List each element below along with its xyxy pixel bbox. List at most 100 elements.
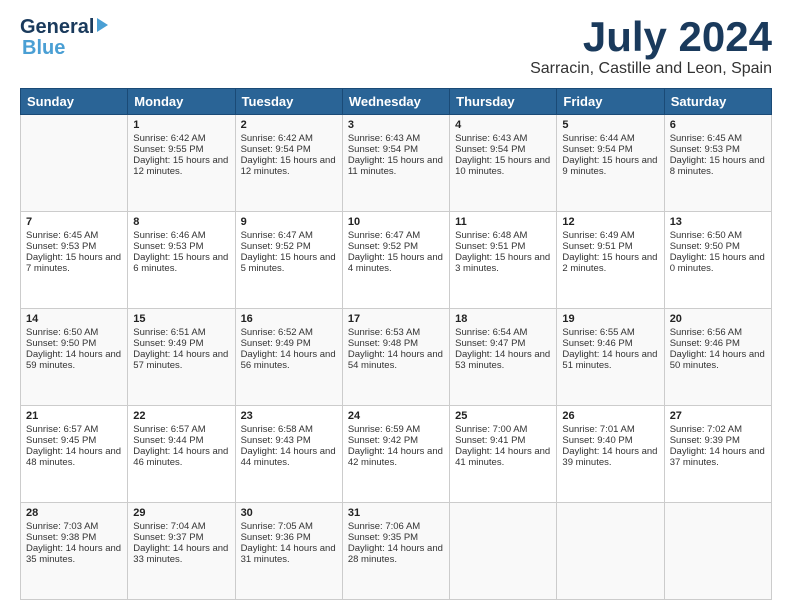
table-row: 1 Sunrise: 6:42 AM Sunset: 9:55 PM Dayli…	[128, 115, 235, 212]
table-row: 9 Sunrise: 6:47 AM Sunset: 9:52 PM Dayli…	[235, 212, 342, 309]
week-row-0: 1 Sunrise: 6:42 AM Sunset: 9:55 PM Dayli…	[21, 115, 772, 212]
table-row: 10 Sunrise: 6:47 AM Sunset: 9:52 PM Dayl…	[342, 212, 449, 309]
daylight-text: Daylight: 15 hours and 6 minutes.	[133, 252, 228, 274]
daylight-text: Daylight: 15 hours and 12 minutes.	[241, 155, 336, 177]
table-row: 24 Sunrise: 6:59 AM Sunset: 9:42 PM Dayl…	[342, 406, 449, 503]
week-row-3: 21 Sunrise: 6:57 AM Sunset: 9:45 PM Dayl…	[21, 406, 772, 503]
day-number: 19	[562, 313, 658, 325]
day-number: 13	[670, 216, 766, 228]
day-number: 4	[455, 119, 551, 131]
daylight-text: Daylight: 15 hours and 8 minutes.	[670, 155, 765, 177]
logo-arrow-icon	[97, 18, 108, 32]
sunrise-text: Sunrise: 7:02 AM	[670, 424, 742, 435]
th-tuesday: Tuesday	[235, 89, 342, 115]
sunrise-text: Sunrise: 6:58 AM	[241, 424, 313, 435]
daylight-text: Daylight: 15 hours and 0 minutes.	[670, 252, 765, 274]
sunset-text: Sunset: 9:50 PM	[670, 241, 740, 252]
day-number: 14	[26, 313, 122, 325]
table-row: 13 Sunrise: 6:50 AM Sunset: 9:50 PM Dayl…	[664, 212, 771, 309]
header-row: Sunday Monday Tuesday Wednesday Thursday…	[21, 89, 772, 115]
table-row: 3 Sunrise: 6:43 AM Sunset: 9:54 PM Dayli…	[342, 115, 449, 212]
sunrise-text: Sunrise: 6:42 AM	[241, 133, 313, 144]
day-number: 22	[133, 410, 229, 422]
day-number: 6	[670, 119, 766, 131]
table-row	[557, 503, 664, 600]
table-row: 23 Sunrise: 6:58 AM Sunset: 9:43 PM Dayl…	[235, 406, 342, 503]
th-friday: Friday	[557, 89, 664, 115]
daylight-text: Daylight: 14 hours and 53 minutes.	[455, 349, 550, 371]
sunrise-text: Sunrise: 7:01 AM	[562, 424, 634, 435]
week-row-1: 7 Sunrise: 6:45 AM Sunset: 9:53 PM Dayli…	[21, 212, 772, 309]
daylight-text: Daylight: 14 hours and 42 minutes.	[348, 446, 443, 468]
table-row: 15 Sunrise: 6:51 AM Sunset: 9:49 PM Dayl…	[128, 309, 235, 406]
sunrise-text: Sunrise: 7:03 AM	[26, 521, 98, 532]
table-row: 17 Sunrise: 6:53 AM Sunset: 9:48 PM Dayl…	[342, 309, 449, 406]
sunrise-text: Sunrise: 6:45 AM	[670, 133, 742, 144]
daylight-text: Daylight: 14 hours and 50 minutes.	[670, 349, 765, 371]
sunset-text: Sunset: 9:52 PM	[348, 241, 418, 252]
table-row: 18 Sunrise: 6:54 AM Sunset: 9:47 PM Dayl…	[450, 309, 557, 406]
logo-blue: Blue	[20, 37, 65, 60]
table-row: 29 Sunrise: 7:04 AM Sunset: 9:37 PM Dayl…	[128, 503, 235, 600]
sunset-text: Sunset: 9:52 PM	[241, 241, 311, 252]
daylight-text: Daylight: 14 hours and 41 minutes.	[455, 446, 550, 468]
header: General Blue July 2024 Sarracin, Castill…	[20, 16, 772, 78]
day-number: 11	[455, 216, 551, 228]
sunset-text: Sunset: 9:53 PM	[26, 241, 96, 252]
day-number: 24	[348, 410, 444, 422]
th-saturday: Saturday	[664, 89, 771, 115]
sunset-text: Sunset: 9:37 PM	[133, 532, 203, 543]
sunset-text: Sunset: 9:55 PM	[133, 144, 203, 155]
sunrise-text: Sunrise: 6:55 AM	[562, 327, 634, 338]
sunset-text: Sunset: 9:51 PM	[455, 241, 525, 252]
table-row: 2 Sunrise: 6:42 AM Sunset: 9:54 PM Dayli…	[235, 115, 342, 212]
table-row	[21, 115, 128, 212]
sunset-text: Sunset: 9:35 PM	[348, 532, 418, 543]
sunset-text: Sunset: 9:42 PM	[348, 435, 418, 446]
sunrise-text: Sunrise: 6:57 AM	[133, 424, 205, 435]
sunset-text: Sunset: 9:54 PM	[562, 144, 632, 155]
sunrise-text: Sunrise: 7:04 AM	[133, 521, 205, 532]
week-row-2: 14 Sunrise: 6:50 AM Sunset: 9:50 PM Dayl…	[21, 309, 772, 406]
daylight-text: Daylight: 14 hours and 57 minutes.	[133, 349, 228, 371]
table-row: 19 Sunrise: 6:55 AM Sunset: 9:46 PM Dayl…	[557, 309, 664, 406]
th-sunday: Sunday	[21, 89, 128, 115]
daylight-text: Daylight: 14 hours and 28 minutes.	[348, 543, 443, 565]
sunset-text: Sunset: 9:38 PM	[26, 532, 96, 543]
day-number: 9	[241, 216, 337, 228]
daylight-text: Daylight: 14 hours and 44 minutes.	[241, 446, 336, 468]
day-number: 29	[133, 507, 229, 519]
table-row: 30 Sunrise: 7:05 AM Sunset: 9:36 PM Dayl…	[235, 503, 342, 600]
sunset-text: Sunset: 9:47 PM	[455, 338, 525, 349]
sunset-text: Sunset: 9:54 PM	[348, 144, 418, 155]
th-thursday: Thursday	[450, 89, 557, 115]
daylight-text: Daylight: 15 hours and 7 minutes.	[26, 252, 121, 274]
sunrise-text: Sunrise: 6:43 AM	[348, 133, 420, 144]
daylight-text: Daylight: 15 hours and 12 minutes.	[133, 155, 228, 177]
daylight-text: Daylight: 15 hours and 3 minutes.	[455, 252, 550, 274]
table-row: 8 Sunrise: 6:46 AM Sunset: 9:53 PM Dayli…	[128, 212, 235, 309]
sunrise-text: Sunrise: 6:49 AM	[562, 230, 634, 241]
day-number: 16	[241, 313, 337, 325]
sunset-text: Sunset: 9:36 PM	[241, 532, 311, 543]
day-number: 15	[133, 313, 229, 325]
sunrise-text: Sunrise: 6:57 AM	[26, 424, 98, 435]
day-number: 2	[241, 119, 337, 131]
daylight-text: Daylight: 14 hours and 35 minutes.	[26, 543, 121, 565]
table-row: 31 Sunrise: 7:06 AM Sunset: 9:35 PM Dayl…	[342, 503, 449, 600]
calendar-table: Sunday Monday Tuesday Wednesday Thursday…	[20, 88, 772, 600]
sunrise-text: Sunrise: 7:05 AM	[241, 521, 313, 532]
sunrise-text: Sunrise: 6:54 AM	[455, 327, 527, 338]
logo-general: General	[20, 16, 94, 38]
table-row: 16 Sunrise: 6:52 AM Sunset: 9:49 PM Dayl…	[235, 309, 342, 406]
day-number: 20	[670, 313, 766, 325]
daylight-text: Daylight: 14 hours and 37 minutes.	[670, 446, 765, 468]
sunset-text: Sunset: 9:54 PM	[241, 144, 311, 155]
daylight-text: Daylight: 14 hours and 46 minutes.	[133, 446, 228, 468]
day-number: 10	[348, 216, 444, 228]
table-row: 7 Sunrise: 6:45 AM Sunset: 9:53 PM Dayli…	[21, 212, 128, 309]
sunrise-text: Sunrise: 6:51 AM	[133, 327, 205, 338]
table-row: 28 Sunrise: 7:03 AM Sunset: 9:38 PM Dayl…	[21, 503, 128, 600]
page: General Blue July 2024 Sarracin, Castill…	[0, 0, 792, 612]
sunrise-text: Sunrise: 6:53 AM	[348, 327, 420, 338]
